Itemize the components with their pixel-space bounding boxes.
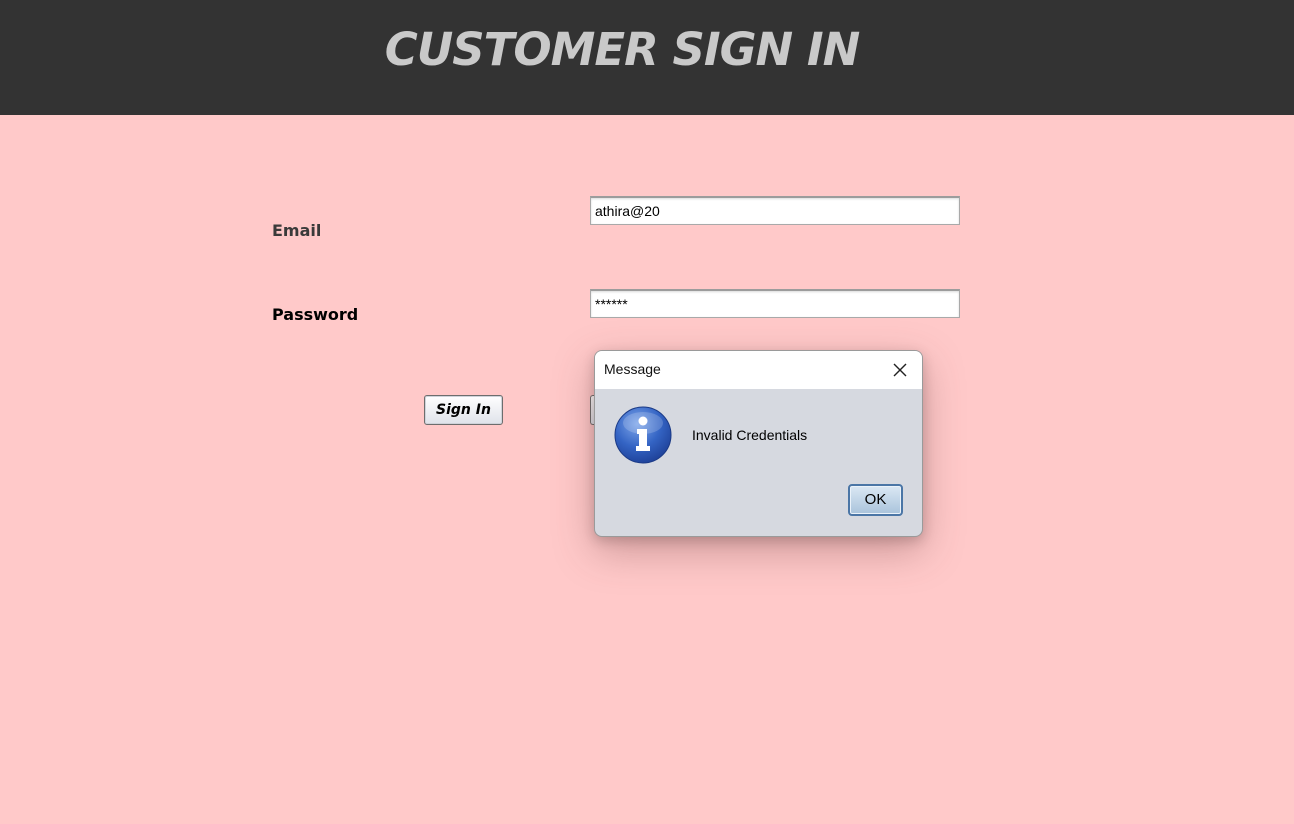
close-button[interactable] xyxy=(886,356,914,384)
sign-in-button[interactable]: Sign In xyxy=(424,395,503,425)
header-bar: CUSTOMER SIGN IN xyxy=(0,0,1294,115)
dialog-title: Message xyxy=(604,361,661,377)
message-dialog: Message Invalid Credentials OK xyxy=(594,350,923,537)
password-label: Password xyxy=(272,305,359,324)
password-field[interactable]: ****** xyxy=(590,289,960,318)
dialog-message: Invalid Credentials xyxy=(692,427,808,443)
page-title: CUSTOMER SIGN IN xyxy=(384,23,861,76)
email-label: Email xyxy=(272,221,322,240)
info-icon xyxy=(614,406,672,464)
dialog-titlebar[interactable]: Message xyxy=(595,351,922,389)
email-field[interactable]: athira@20 xyxy=(590,196,960,225)
ok-button[interactable]: OK xyxy=(848,484,903,516)
close-icon xyxy=(893,363,907,377)
